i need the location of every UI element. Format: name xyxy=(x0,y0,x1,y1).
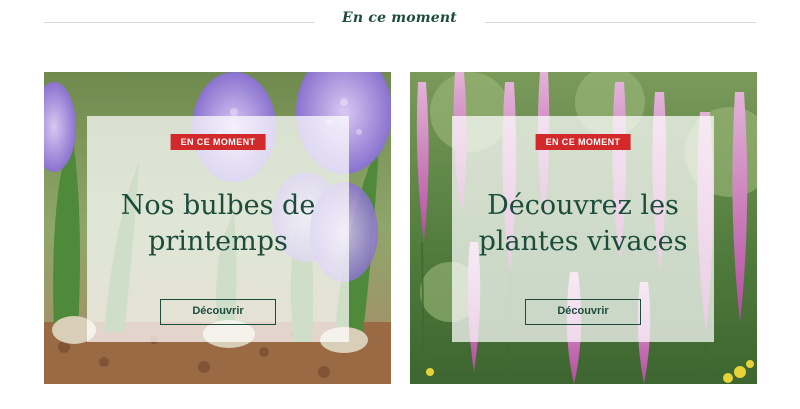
card-overlay: EN CE MOMENT Nos bulbes de printemps Déc… xyxy=(87,116,349,342)
card-title: Découvrez les plantes vivaces xyxy=(452,188,714,260)
divider-left xyxy=(44,22,314,23)
discover-button[interactable]: Découvrir xyxy=(160,299,276,325)
section-title: En ce moment xyxy=(342,10,457,26)
card-title-line-2: plantes vivaces xyxy=(478,226,688,257)
card-title-line-1: Nos bulbes de xyxy=(120,190,316,221)
card-title-line-1: Découvrez les xyxy=(487,190,679,221)
divider-right xyxy=(485,22,756,23)
status-badge: EN CE MOMENT xyxy=(170,134,266,150)
section-header: En ce moment xyxy=(44,8,756,36)
promo-card-perennials[interactable]: EN CE MOMENT Découvrez les plantes vivac… xyxy=(410,72,757,384)
card-title: Nos bulbes de printemps xyxy=(87,188,349,260)
card-title-line-2: printemps xyxy=(148,226,288,257)
discover-button[interactable]: Découvrir xyxy=(525,299,641,325)
card-overlay: EN CE MOMENT Découvrez les plantes vivac… xyxy=(452,116,714,342)
promo-card-bulbs[interactable]: EN CE MOMENT Nos bulbes de printemps Déc… xyxy=(44,72,391,384)
status-badge: EN CE MOMENT xyxy=(535,134,631,150)
